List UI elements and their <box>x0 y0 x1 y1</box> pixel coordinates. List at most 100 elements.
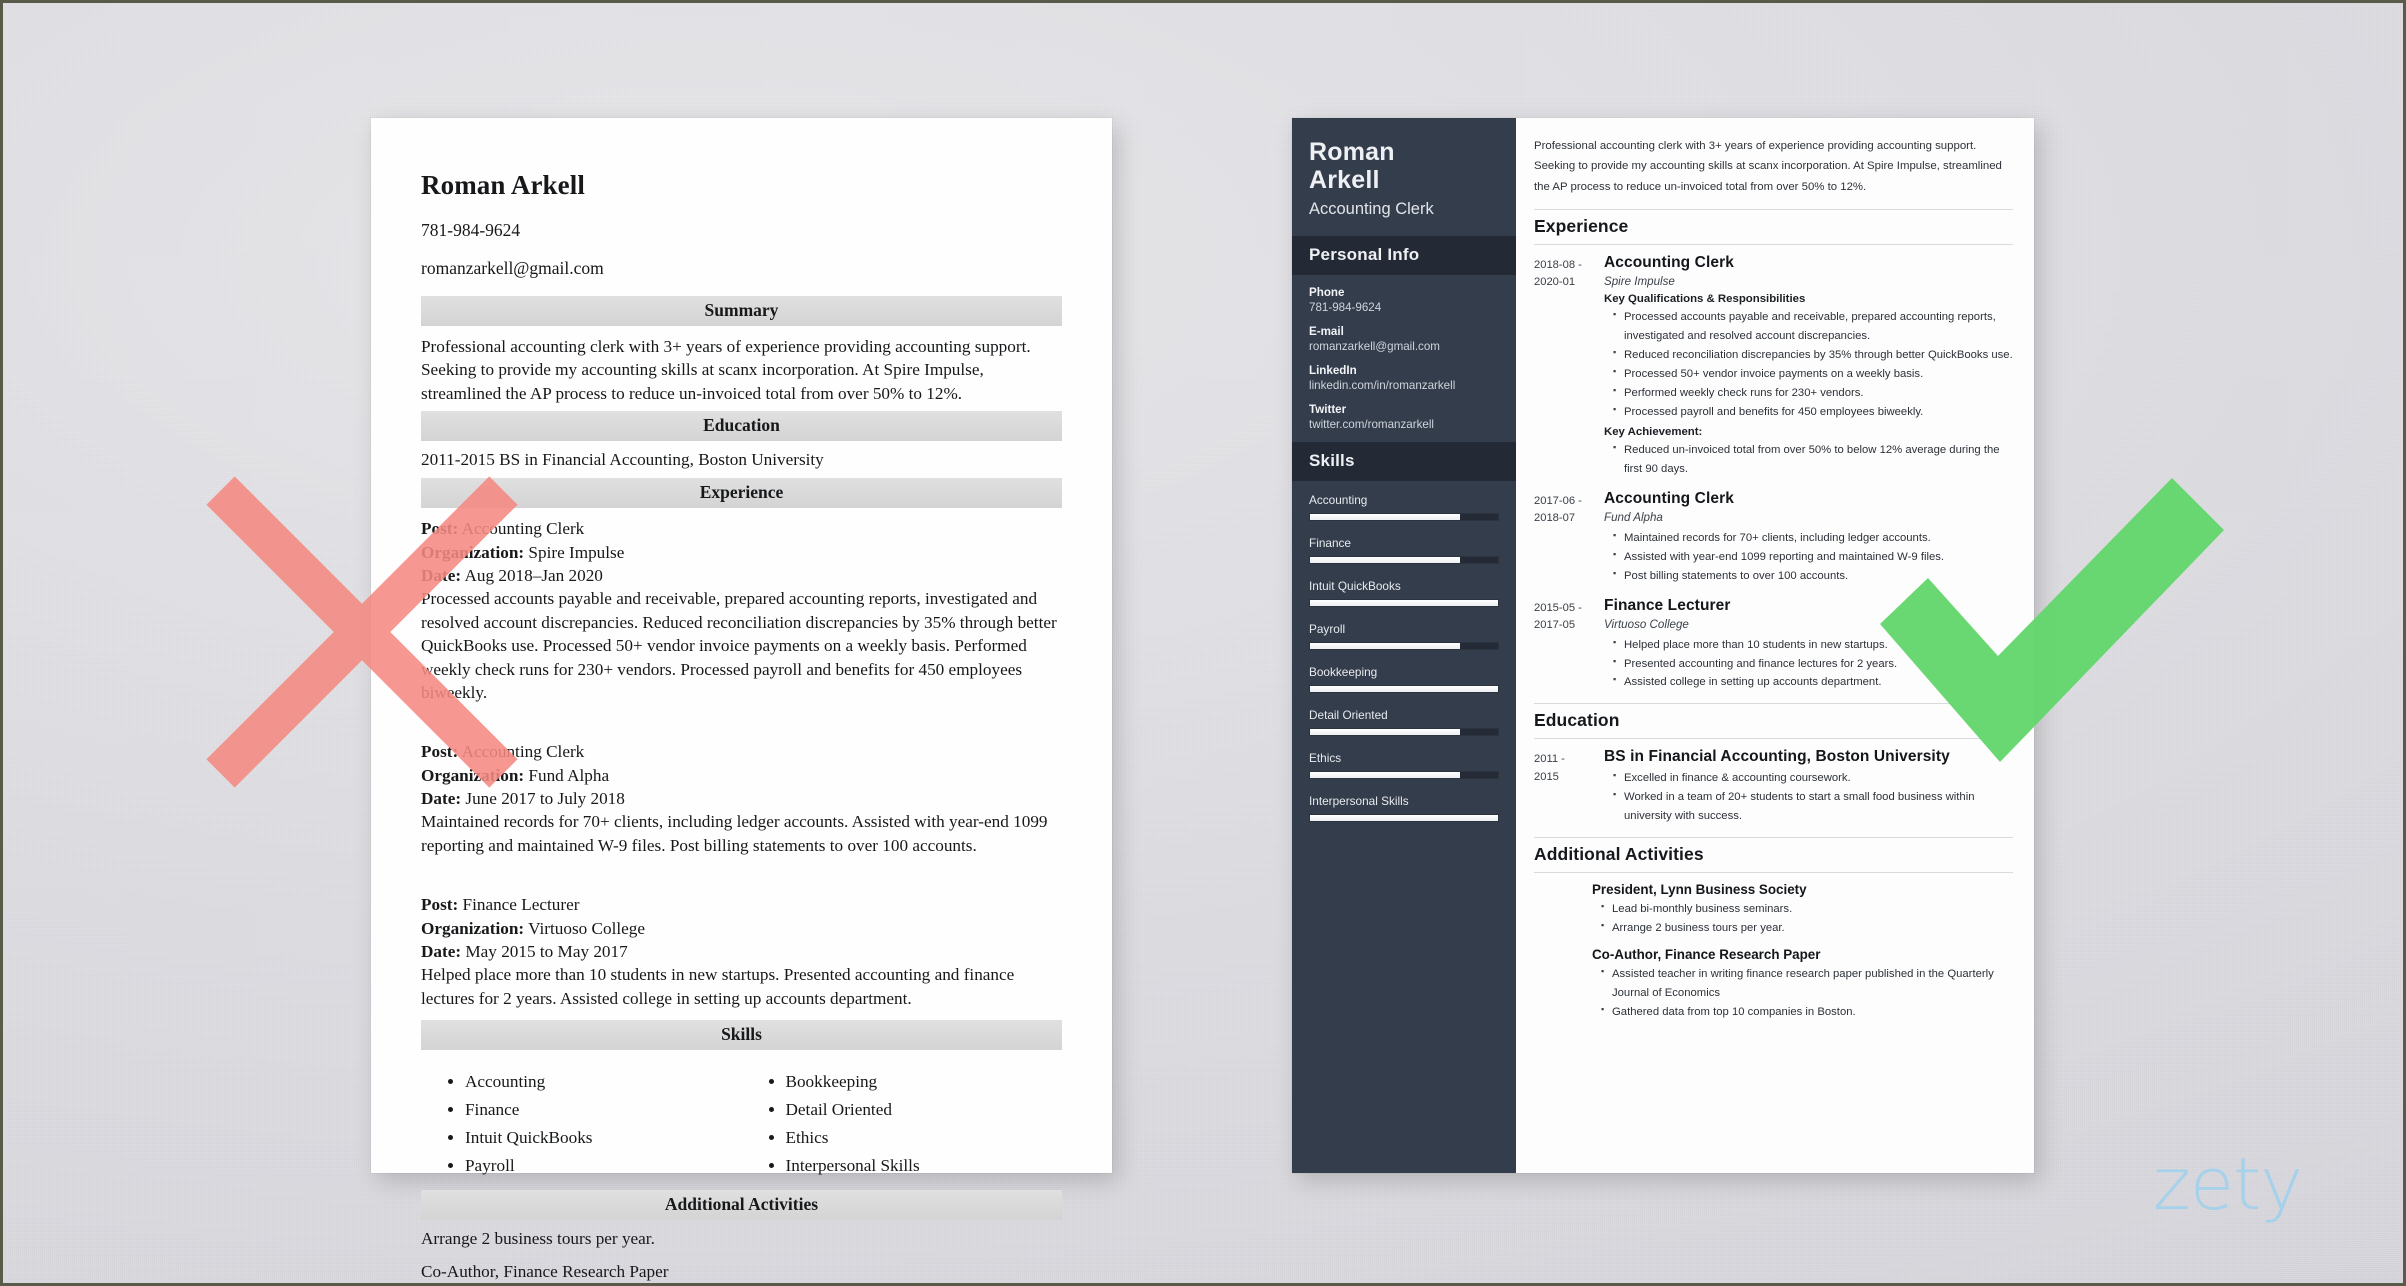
good-bullet: Worked in a team of 20+ students to star… <box>1613 787 2013 826</box>
bad-label-date: Date: <box>421 942 462 962</box>
bad-label-date: Date: <box>421 789 462 809</box>
good-skill-row: Interpersonal Skills <box>1309 794 1499 822</box>
bad-label-post: Post: <box>421 519 459 539</box>
good-skill-label: Accounting <box>1309 493 1368 507</box>
good-contact-value-twitter[interactable]: twitter.com/romanzarkell <box>1309 418 1499 431</box>
bad-skills-column-right: Bookkeeping Detail Oriented Ethics Inter… <box>742 1068 1063 1179</box>
good-activity-title: Co-Author, Finance Research Paper <box>1592 947 1821 963</box>
good-skill-fill <box>1310 514 1461 520</box>
good-skill-fill <box>1310 815 1498 821</box>
good-name-first: Roman <box>1309 138 1395 166</box>
good-entry-date-to: 2015 <box>1534 770 1559 783</box>
bad-job-org: Fund Alpha <box>528 765 610 785</box>
bad-section-heading-education: Education <box>421 411 1062 442</box>
good-entry-body: Finance Lecturer Virtuoso College Helped… <box>1598 597 2013 693</box>
bad-resume-card: Roman Arkell 781-984-9624 romanzarkell@g… <box>371 118 1112 1281</box>
good-entry-date: 2015-05 - 2017-05 <box>1534 597 1598 693</box>
good-resume-main: Professional accounting clerk with 3+ ye… <box>1516 118 2034 1173</box>
good-entry-date-from: 2018-08 - <box>1534 258 1582 271</box>
good-entry-date-from: 2017-06 - <box>1534 494 1582 507</box>
good-skill-track <box>1309 513 1499 521</box>
good-skill-track <box>1309 642 1499 650</box>
good-contact-label-phone: Phone <box>1309 286 1345 299</box>
good-skill-label: Ethics <box>1309 751 1342 765</box>
good-contact-list: Phone 781-984-9624 E-mail romanzarkell@g… <box>1292 275 1516 431</box>
bad-label-date: Date: <box>421 565 462 585</box>
good-experience-entry: 2015-05 - 2017-05 Finance Lecturer Virtu… <box>1534 597 2013 693</box>
good-bullet: Arrange 2 business tours per year. <box>1601 918 2013 938</box>
good-skill-row: Intuit QuickBooks <box>1309 579 1499 607</box>
good-contact-value-linkedin[interactable]: linkedin.com/in/romanzarkell <box>1309 379 1499 392</box>
good-skill-label: Finance <box>1309 536 1351 550</box>
bad-job-post: Accounting Clerk <box>461 519 585 539</box>
bad-skill-item: Accounting <box>465 1068 742 1096</box>
good-activity-bullets: Assisted teacher in writing finance rese… <box>1592 964 2013 1022</box>
good-section-heading-education: Education <box>1534 703 2013 740</box>
bad-job-entry: Post: Finance Lecturer Organization: Vir… <box>421 893 1062 1010</box>
bad-skill-item: Interpersonal Skills <box>786 1152 1063 1180</box>
good-skill-track <box>1309 814 1499 822</box>
good-bullet: Performed weekly check runs for 230+ ven… <box>1613 383 2013 403</box>
bad-job-org: Spire Impulse <box>528 542 625 562</box>
bad-label-post: Post: <box>421 895 459 915</box>
good-entry-date-to: 2018-07 <box>1534 512 1576 524</box>
bad-job-entry: Post: Accounting Clerk Organization: Fun… <box>421 740 1062 857</box>
good-bullet: Helped place more than 10 students in ne… <box>1613 635 2013 655</box>
bad-section-heading-skills: Skills <box>421 1020 1062 1051</box>
good-activity-bullets: Lead bi-monthly business seminars. Arran… <box>1592 899 2013 938</box>
bad-section-heading-activities: Additional Activities <box>421 1189 1062 1220</box>
good-entry-body: Accounting Clerk Spire Impulse Key Quali… <box>1598 254 2013 479</box>
bad-job-description: Maintained records for 70+ clients, incl… <box>421 812 1048 855</box>
good-resume-sidebar: Roman Arkell Accounting Clerk Personal I… <box>1292 118 1516 1173</box>
good-bullet: Maintained records for 70+ clients, incl… <box>1613 528 2013 548</box>
good-contact-label-linkedin: LinkedIn <box>1309 364 1357 377</box>
good-bullet: Processed 50+ vendor invoice payments on… <box>1613 364 2013 384</box>
good-skill-fill <box>1310 729 1461 735</box>
good-skill-row: Finance <box>1309 536 1499 564</box>
good-education-entry: 2011 - 2015 BS in Financial Accounting, … <box>1534 748 2013 826</box>
good-resume-card: Roman Arkell Accounting Clerk Personal I… <box>1292 118 2034 1173</box>
good-skill-fill <box>1310 643 1461 649</box>
bad-resume-name: Roman Arkell <box>421 170 585 200</box>
bad-summary-text: Professional accounting clerk with 3+ ye… <box>421 337 1031 403</box>
bad-resume-phone: 781-984-9624 <box>421 220 521 240</box>
good-skill-track <box>1309 685 1499 693</box>
good-skill-row: Payroll <box>1309 622 1499 650</box>
good-activity-title: President, Lynn Business Society <box>1592 882 1807 898</box>
bad-job-date: May 2015 to May 2017 <box>465 942 628 962</box>
good-experience-entry: 2018-08 - 2020-01 Accounting Clerk Spire… <box>1534 254 2013 479</box>
good-activity-group: Co-Author, Finance Research Paper Assist… <box>1592 947 2013 1022</box>
good-summary-text: Professional accounting clerk with 3+ ye… <box>1534 140 2002 193</box>
bad-job-date: Aug 2018–Jan 2020 <box>464 565 603 585</box>
bad-skill-item: Detail Oriented <box>786 1096 1063 1124</box>
good-section-heading-experience: Experience <box>1534 208 2013 245</box>
good-entry-date-to: 2017-05 <box>1534 618 1576 631</box>
bad-label-post: Post: <box>421 742 459 762</box>
good-skill-fill <box>1310 772 1461 778</box>
good-entry-title: Finance Lecturer <box>1604 596 1731 614</box>
bad-job-date: June 2017 to July 2018 <box>465 789 625 809</box>
good-activity-group: President, Lynn Business Society Lead bi… <box>1592 882 2013 938</box>
good-bullet: Lead bi-monthly business seminars. <box>1601 899 2013 919</box>
good-resume-name: Roman Arkell <box>1292 118 1516 194</box>
good-skill-label: Detail Oriented <box>1309 708 1388 722</box>
bad-label-organization: Organization: <box>421 765 525 785</box>
good-bullet: Gathered data from top 10 companies in B… <box>1601 1002 2013 1022</box>
good-bullet: Presented accounting and finance lecture… <box>1613 654 2013 674</box>
good-entry-org: Fund Alpha <box>1604 510 1663 524</box>
good-experience-entry: 2017-06 - 2018-07 Accounting Clerk Fund … <box>1534 490 2013 586</box>
good-job-title: Accounting Clerk <box>1309 200 1434 218</box>
good-skill-track <box>1309 728 1499 736</box>
good-section-heading-activities: Additional Activities <box>1534 837 2013 874</box>
bad-skill-item: Payroll <box>465 1152 742 1180</box>
good-skill-row: Ethics <box>1309 751 1499 779</box>
bad-job-entry: Post: Accounting Clerk Organization: Spi… <box>421 517 1062 704</box>
good-activities-list: President, Lynn Business Society Lead bi… <box>1534 882 2013 1022</box>
good-entry-bullets: Maintained records for 70+ clients, incl… <box>1604 528 2013 586</box>
bad-job-description: Helped place more than 10 students in ne… <box>421 965 1015 1008</box>
good-entry-subheading-achievement: Key Achievement: <box>1604 425 1703 438</box>
bad-section-heading-summary: Summary <box>421 296 1062 326</box>
good-skill-track <box>1309 771 1499 779</box>
good-entry-org: Spire Impulse <box>1604 274 1675 288</box>
